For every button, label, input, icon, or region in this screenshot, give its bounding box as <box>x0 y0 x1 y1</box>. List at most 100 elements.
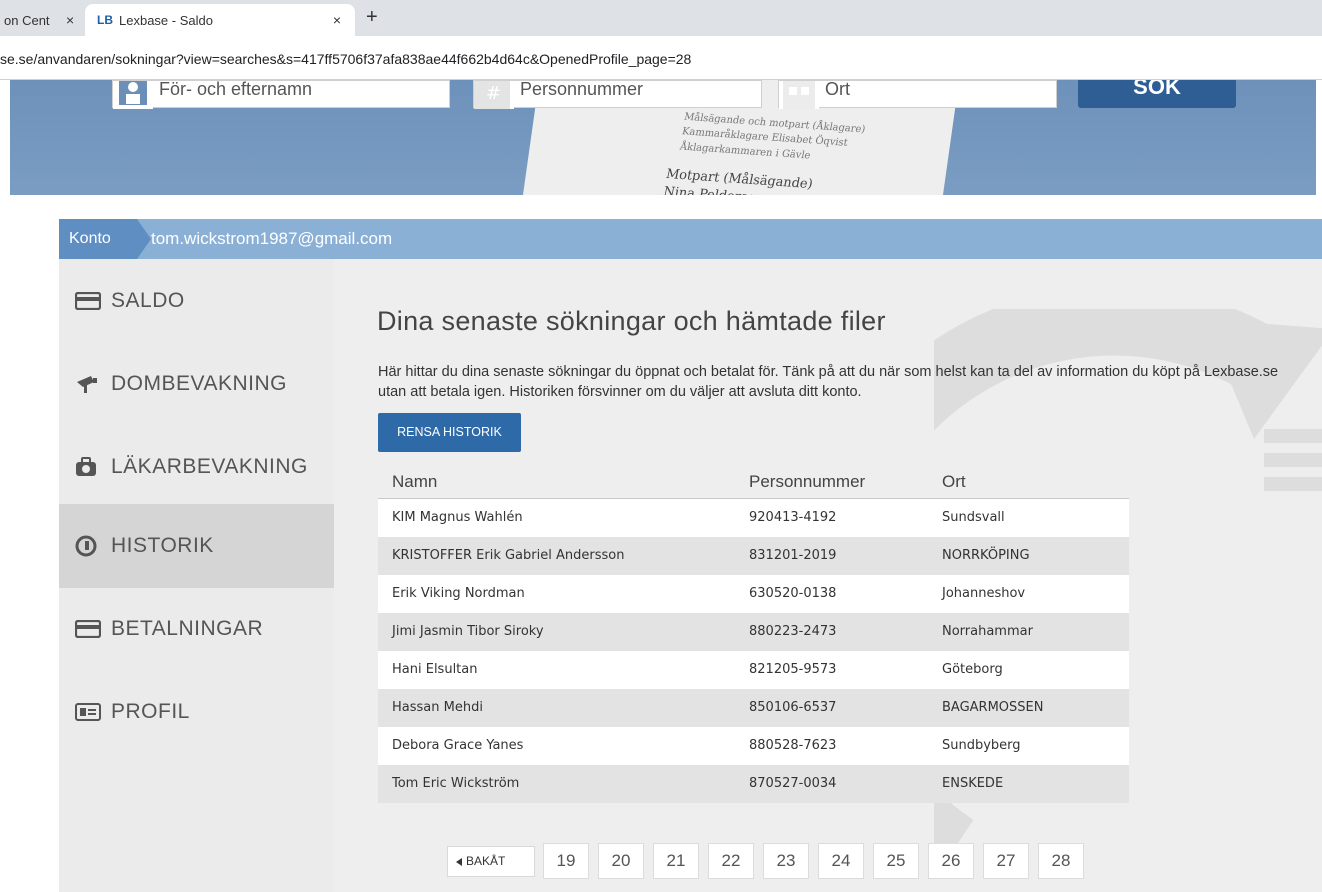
cell-personnummer: 920413-4192 <box>749 510 837 525</box>
bag-icon <box>75 457 105 477</box>
close-tab-icon[interactable]: × <box>66 12 74 28</box>
page-button[interactable]: 21 <box>653 843 699 879</box>
browser-tab-bar: on Cent × LB Lexbase - Saldo × + <box>0 0 1322 36</box>
column-header-name: Namn <box>392 472 438 491</box>
url-text[interactable]: se.se/anvandaren/sokningar?view=searches… <box>0 51 691 67</box>
account-sidebar: SALDO DOMBEVAKNING LÄKARBEVAKNING HISTOR… <box>59 259 334 892</box>
sidebar-item-label: PROFIL <box>111 700 190 723</box>
sidebar-item-label: HISTORIK <box>111 534 214 557</box>
cell-personnummer: 821205-9573 <box>749 662 837 677</box>
city-placeholder: Ort <box>825 80 850 99</box>
cell-city: BAGARMOSSEN <box>942 700 1044 715</box>
cell-city: Johanneshov <box>942 586 1026 601</box>
cell-city: NORRKÖPING <box>942 548 1030 563</box>
page-button[interactable]: 24 <box>818 843 864 879</box>
cell-name: Hani Elsultan <box>392 662 478 677</box>
personnummer-input[interactable]: # Personnummer <box>473 80 762 109</box>
column-header-personnummer: Personnummer <box>749 472 866 491</box>
sidebar-item-historik[interactable]: HISTORIK <box>59 504 334 588</box>
card-icon <box>75 292 105 310</box>
cell-personnummer: 831201-2019 <box>749 548 837 563</box>
table-row[interactable]: Tom Eric Wickström 870527-0034 ENSKEDE <box>378 765 1129 803</box>
table-row[interactable]: KIM Magnus Wahlén 920413-4192 Sundsvall <box>378 499 1129 537</box>
table-row[interactable]: KRISTOFFER Erik Gabriel Andersson 831201… <box>378 537 1129 575</box>
name-placeholder: För- och efternamn <box>159 80 313 99</box>
svg-text:#: # <box>486 83 501 104</box>
cell-name: KRISTOFFER Erik Gabriel Andersson <box>392 548 625 563</box>
cell-personnummer: 870527-0034 <box>749 776 837 791</box>
cell-name: Erik Viking Nordman <box>392 586 525 601</box>
page-button[interactable]: 27 <box>983 843 1029 879</box>
hero-search-banner: Målsägande och motpart (Åklagare) Kammar… <box>10 80 1316 195</box>
sidebar-item-label: LÄKARBEVAKNING <box>111 455 308 478</box>
account-label[interactable]: Konto <box>59 219 151 259</box>
cell-name: Jimi Jasmin Tibor Siroky <box>392 624 544 639</box>
browser-tab-active[interactable]: LB Lexbase - Saldo × <box>85 4 355 36</box>
cell-personnummer: 880223-2473 <box>749 624 837 639</box>
main-content: Dina senaste sökningar och hämtade filer… <box>334 259 1322 892</box>
sidebar-item-label: DOMBEVAKNING <box>111 372 287 395</box>
personnummer-placeholder: Personnummer <box>520 80 644 99</box>
cell-name: Tom Eric Wickström <box>392 776 520 791</box>
search-button[interactable]: SÖK <box>1078 80 1236 108</box>
table-row[interactable]: Jimi Jasmin Tibor Siroky 880223-2473 Nor… <box>378 613 1129 651</box>
table-row[interactable]: Erik Viking Nordman 630520-0138 Johannes… <box>378 575 1129 613</box>
cell-personnummer: 630520-0138 <box>749 586 837 601</box>
cell-city: ENSKEDE <box>942 776 1004 791</box>
page-description: Här hittar du dina senaste sökningar du … <box>378 364 1279 400</box>
page-button[interactable]: 23 <box>763 843 809 879</box>
person-icon <box>113 81 153 109</box>
name-input[interactable]: För- och efternamn <box>112 80 450 109</box>
page-button[interactable]: 26 <box>928 843 974 879</box>
cell-city: Sundbyberg <box>942 738 1021 753</box>
hash-icon: # <box>474 81 514 109</box>
table-row[interactable]: Debora Grace Yanes 880528-7623 Sundbyber… <box>378 727 1129 765</box>
close-tab-icon[interactable]: × <box>333 12 341 28</box>
sidebar-item-profil[interactable]: PROFIL <box>59 670 334 754</box>
sidebar-item-dombevakning[interactable]: DOMBEVAKNING <box>59 342 334 426</box>
id-card-icon <box>75 703 105 721</box>
history-table: Namn Personnummer Ort KIM Magnus Wahlén … <box>378 466 1129 803</box>
browser-tab-inactive[interactable]: on Cent × <box>0 4 85 36</box>
page-button[interactable]: 25 <box>873 843 919 879</box>
sidebar-item-label: SALDO <box>111 289 185 312</box>
pagination: BAKÅT 19 20 21 22 23 24 25 26 27 28 <box>447 843 1093 879</box>
page-button[interactable]: 20 <box>598 843 644 879</box>
table-row[interactable]: Hassan Mehdi 850106-6537 BAGARMOSSEN <box>378 689 1129 727</box>
previous-label: BAKÅT <box>466 853 506 868</box>
cell-personnummer: 880528-7623 <box>749 738 837 753</box>
cell-personnummer: 850106-6537 <box>749 700 837 715</box>
building-icon <box>779 81 819 109</box>
clear-history-button[interactable]: RENSA HISTORIK <box>378 413 521 452</box>
camera-icon <box>75 374 105 394</box>
column-header-city: Ort <box>942 472 966 491</box>
card-icon <box>75 620 105 638</box>
previous-page-button[interactable]: BAKÅT <box>447 845 535 877</box>
address-bar[interactable]: se.se/anvandaren/sokningar?view=searches… <box>0 36 1322 80</box>
page-button-current[interactable]: 28 <box>1038 843 1084 879</box>
account-bar: Konto tom.wickstrom1987@gmail.com <box>59 219 1322 259</box>
cell-name: Debora Grace Yanes <box>392 738 524 753</box>
lexbase-favicon: LB <box>97 13 113 27</box>
cell-city: Göteborg <box>942 662 1003 677</box>
page-button[interactable]: 19 <box>543 843 589 879</box>
page-button[interactable]: 22 <box>708 843 754 879</box>
cell-name: KIM Magnus Wahlén <box>392 510 523 525</box>
cell-name: Hassan Mehdi <box>392 700 483 715</box>
sidebar-item-lakarbevakning[interactable]: LÄKARBEVAKNING <box>59 425 334 509</box>
sidebar-item-label: BETALNINGAR <box>111 617 264 640</box>
history-icon <box>75 535 105 557</box>
city-input[interactable]: Ort <box>778 80 1057 109</box>
tab-label: Lexbase - Saldo <box>119 12 213 28</box>
tab-label: on Cent <box>4 12 50 28</box>
account-email: tom.wickstrom1987@gmail.com <box>151 229 393 248</box>
sidebar-item-betalningar[interactable]: BETALNINGAR <box>59 587 334 671</box>
cell-city: Norrahammar <box>942 624 1033 639</box>
sidebar-item-saldo[interactable]: SALDO <box>59 259 334 343</box>
cell-city: Sundsvall <box>942 510 1005 525</box>
new-tab-button[interactable]: + <box>366 6 378 29</box>
caret-left-icon <box>456 857 462 866</box>
table-header: Namn Personnummer Ort <box>378 466 1129 499</box>
page-title: Dina senaste sökningar och hämtade filer <box>377 306 886 336</box>
table-row[interactable]: Hani Elsultan 821205-9573 Göteborg <box>378 651 1129 689</box>
